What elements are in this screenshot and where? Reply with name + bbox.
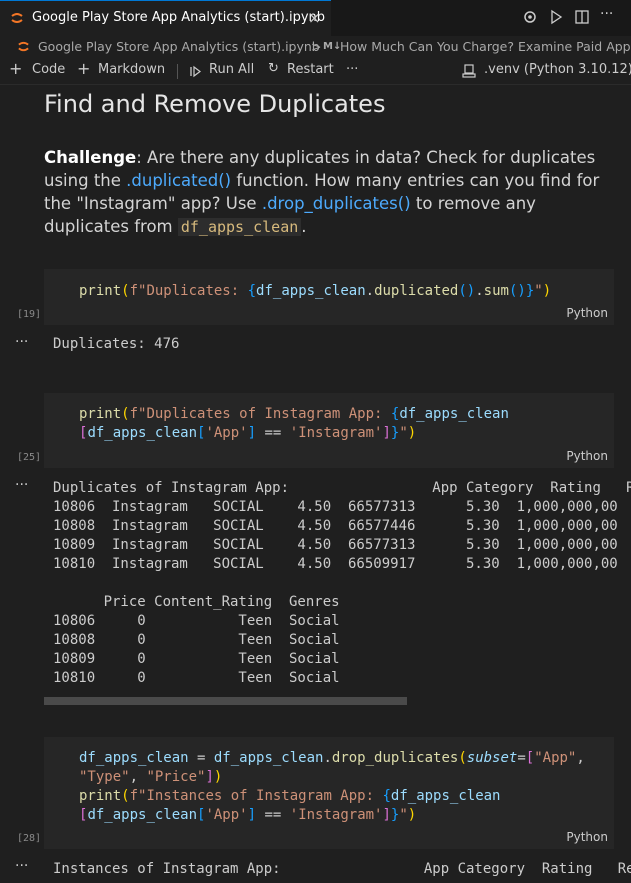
execution-count: [25] bbox=[17, 452, 42, 463]
run-all-icon bbox=[190, 65, 201, 78]
inline-code: df_apps_clean bbox=[177, 218, 302, 236]
code-cell[interactable]: df_apps_clean = df_apps_clean.drop_dupli… bbox=[44, 737, 614, 849]
plus-icon: + bbox=[77, 59, 91, 78]
output-menu-icon[interactable]: ··· bbox=[15, 334, 28, 350]
jupyter-icon bbox=[18, 41, 29, 52]
code-cell[interactable]: print(f"Duplicates: {df_apps_clean.dupli… bbox=[44, 269, 614, 325]
more-actions-icon[interactable]: ··· bbox=[600, 6, 618, 24]
run-all-button[interactable]: Run All bbox=[209, 62, 254, 77]
markdown-icon: M↓ bbox=[323, 41, 342, 52]
cell-output: Duplicates: 476 bbox=[53, 336, 180, 352]
notebook-toolbar: + Code + Markdown Run All ↻ Restart ··· … bbox=[0, 58, 631, 85]
close-icon[interactable]: × bbox=[308, 9, 321, 27]
run-icon[interactable] bbox=[547, 8, 565, 26]
markdown-heading: Find and Remove Duplicates bbox=[44, 90, 386, 118]
tab-title: Google Play Store App Analytics (start).… bbox=[32, 10, 326, 25]
challenge-label: Challenge bbox=[44, 148, 137, 167]
breadcrumb-file[interactable]: Google Play Store App Analytics (start).… bbox=[38, 39, 320, 54]
split-editor-icon[interactable] bbox=[573, 8, 591, 26]
md-text: . bbox=[301, 217, 307, 236]
cell-output: Instances of Instagram App: App Category… bbox=[53, 861, 631, 877]
output-menu-icon[interactable]: ··· bbox=[15, 477, 28, 493]
drop-duplicates-link[interactable]: .drop_duplicates() bbox=[262, 194, 411, 213]
output-menu-icon[interactable]: ··· bbox=[15, 858, 28, 874]
cell-language[interactable]: Python bbox=[566, 306, 608, 320]
markdown-paragraph: Challenge: Are there any duplicates in d… bbox=[44, 146, 619, 239]
kernel-picker[interactable]: .venv (Python 3.10.12) bbox=[484, 62, 631, 77]
breadcrumb-separator: > bbox=[311, 39, 322, 54]
restart-icon: ↻ bbox=[268, 61, 279, 76]
execution-count: [19] bbox=[17, 309, 42, 320]
output-table: Duplicates of Instagram App: App Categor… bbox=[53, 480, 631, 572]
execution-count: [28] bbox=[17, 833, 42, 844]
horizontal-scrollbar[interactable] bbox=[44, 697, 407, 705]
editor-tab[interactable]: Google Play Store App Analytics (start).… bbox=[0, 0, 331, 36]
gear-icon[interactable] bbox=[521, 8, 539, 26]
output-table: Price Content_Rating Genres 10806 0 Teen… bbox=[53, 594, 340, 686]
notebook-body: Find and Remove Duplicates Challenge: Ar… bbox=[0, 85, 631, 883]
divider bbox=[177, 64, 178, 79]
duplicated-link[interactable]: .duplicated() bbox=[126, 171, 231, 190]
breadcrumb: Google Play Store App Analytics (start).… bbox=[0, 36, 631, 58]
breadcrumb-section[interactable]: How Much Can You Charge? Examine Paid Ap… bbox=[340, 39, 631, 54]
plus-icon: + bbox=[9, 59, 23, 78]
jupyter-icon bbox=[11, 13, 23, 23]
add-markdown-button[interactable]: Markdown bbox=[98, 62, 165, 77]
code-editor[interactable]: print(f"Duplicates: {df_apps_clean.dupli… bbox=[79, 282, 551, 301]
kernel-icon bbox=[462, 64, 476, 78]
code-editor[interactable]: print(f"Duplicates of Instagram App: {df… bbox=[79, 405, 509, 443]
more-icon[interactable]: ··· bbox=[346, 62, 358, 77]
tab-bar: Google Play Store App Analytics (start).… bbox=[0, 0, 631, 36]
cell-language[interactable]: Python bbox=[566, 449, 608, 463]
add-code-button[interactable]: Code bbox=[32, 62, 65, 77]
code-editor[interactable]: df_apps_clean = df_apps_clean.drop_dupli… bbox=[79, 749, 585, 825]
restart-button[interactable]: Restart bbox=[287, 62, 334, 77]
code-cell[interactable]: print(f"Duplicates of Instagram App: {df… bbox=[44, 393, 614, 468]
cell-language[interactable]: Python bbox=[566, 830, 608, 844]
